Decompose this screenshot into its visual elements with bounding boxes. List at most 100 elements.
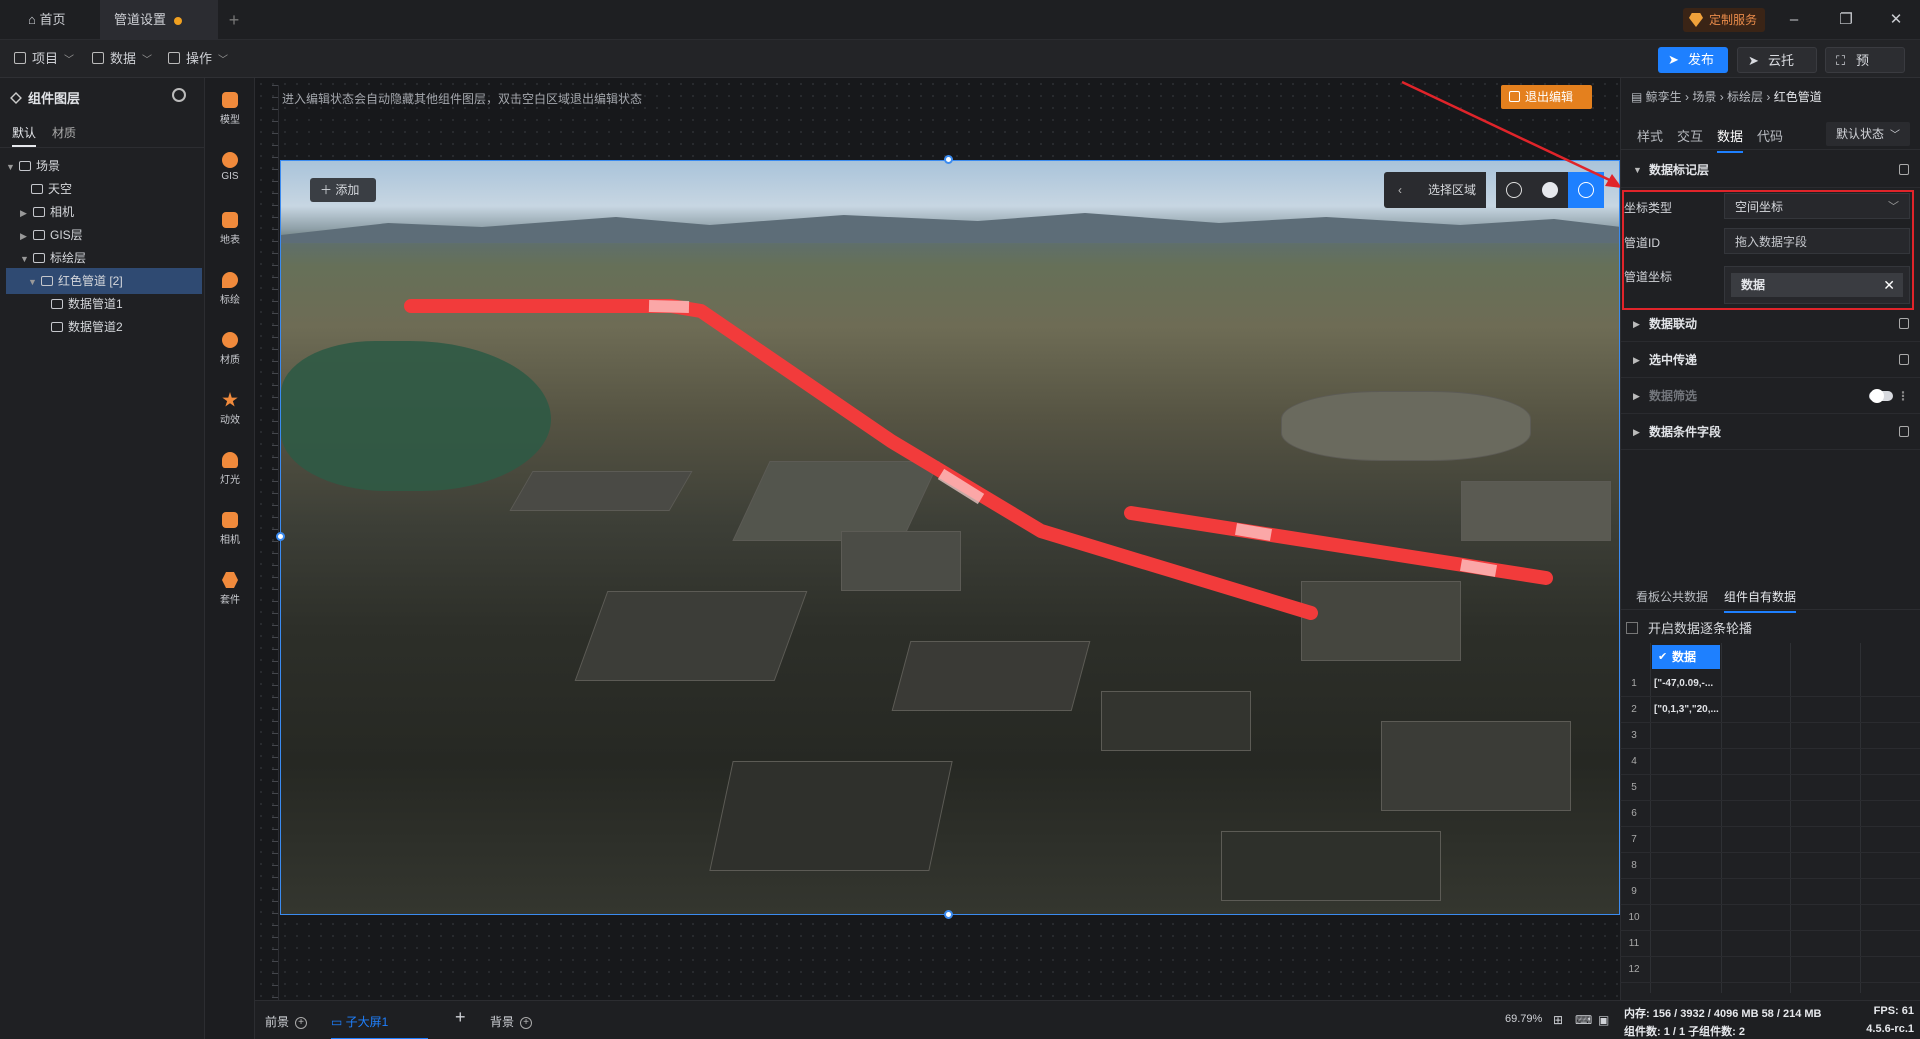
close-button[interactable]: ✕	[1876, 0, 1916, 40]
minimize-button[interactable]: –	[1774, 0, 1814, 40]
tab-public-data[interactable]: 看板公共数据	[1636, 588, 1708, 605]
menu-project[interactable]: 项目 ﹀	[14, 48, 74, 70]
gis-icon	[33, 230, 45, 240]
tool-effects[interactable]: 动效	[205, 392, 255, 426]
cloud-host-button[interactable]: ➤云托管	[1737, 47, 1817, 94]
caret-right-icon: ▶	[1633, 427, 1640, 437]
fit-icon[interactable]: ⊞	[1553, 1013, 1563, 1027]
tool-kit[interactable]: 套件	[205, 572, 255, 606]
table-row[interactable]: 5	[1620, 775, 1920, 801]
section-data-condition-field[interactable]: ▶ 数据条件字段	[1621, 414, 1920, 450]
table-row[interactable]: 7	[1620, 827, 1920, 853]
layers-icon	[10, 92, 22, 104]
red-pipe-1[interactable]	[404, 299, 1318, 620]
filter-toggle[interactable]	[1869, 389, 1893, 403]
tool-model[interactable]: 模型	[205, 92, 255, 126]
component-count: 组件数: 1 / 1 子组件数: 2	[1624, 1026, 1746, 1038]
search-icon[interactable]	[172, 88, 186, 102]
row-number: 4	[1631, 756, 1637, 767]
resize-handle-left[interactable]	[276, 532, 285, 541]
add-screen-button[interactable]: +	[455, 1007, 466, 1028]
custom-service-button[interactable]: 定制服务	[1683, 8, 1765, 32]
section-selection-pass[interactable]: ▶ 选中传递	[1621, 342, 1920, 378]
lock-icon[interactable]	[1899, 318, 1909, 329]
plus-icon[interactable]: +	[295, 1017, 308, 1029]
table-row[interactable]: 4	[1620, 749, 1920, 775]
tool-terrain[interactable]: 地表	[205, 212, 255, 246]
tool-plot[interactable]: 标绘	[205, 272, 255, 306]
keyboard-icon[interactable]: ⌨	[1575, 1013, 1592, 1027]
lock-icon[interactable]	[1899, 426, 1909, 437]
unsaved-dot-icon	[174, 16, 183, 25]
database-icon	[92, 52, 104, 64]
section-data-filter[interactable]: ▶ 数据筛选 ⋮	[1621, 378, 1920, 414]
table-cell[interactable]: ["0,1,3","20,...	[1654, 697, 1722, 723]
table-row[interactable]: 3	[1620, 723, 1920, 749]
lamp-icon	[222, 452, 238, 468]
more-icon[interactable]: ⋮	[1897, 378, 1909, 414]
tool-light[interactable]: 灯光	[205, 452, 255, 486]
carousel-checkbox[interactable]: 开启数据逐条轮播	[1626, 618, 1752, 637]
table-row[interactable]: 6	[1620, 801, 1920, 827]
section-data-linkage[interactable]: ▶ 数据联动	[1621, 306, 1920, 342]
layer-panel-title: 组件图层	[10, 88, 80, 107]
coord-type-select[interactable]: 空间坐标	[1724, 193, 1910, 220]
grid-icon	[168, 52, 180, 64]
resize-handle-bottom[interactable]	[944, 910, 953, 919]
globe-icon	[222, 152, 238, 168]
tab-own-data[interactable]: 组件自有数据	[1724, 588, 1797, 613]
pipe-id-dropzone[interactable]: 拖入数据字段	[1724, 228, 1910, 254]
tab-interaction[interactable]: 交互	[1677, 126, 1703, 145]
table-row[interactable]: 10	[1620, 905, 1920, 931]
add-button[interactable]: ＋ 添加	[310, 178, 376, 202]
tool-material[interactable]: 材质	[205, 332, 255, 366]
state-select[interactable]: 默认状态 ﹀	[1826, 122, 1910, 146]
lock-icon[interactable]	[1899, 354, 1909, 365]
scene-viewport[interactable]	[280, 160, 1620, 915]
resize-handle-top[interactable]	[944, 155, 953, 164]
section-data-marker-layer[interactable]: ▼ 数据标记层	[1621, 152, 1920, 188]
publish-button[interactable]: ➤ 发布	[1658, 47, 1728, 73]
pipe-flow-highlight	[648, 300, 690, 313]
grid-column-header[interactable]: 数据	[1652, 645, 1720, 669]
table-row[interactable]: 1 ["-47,0.09,-...	[1620, 671, 1920, 697]
menu-data[interactable]: 数据 ﹀	[92, 48, 152, 70]
table-row[interactable]: 9	[1620, 879, 1920, 905]
preview-button[interactable]: ⛶预览﹀	[1825, 47, 1905, 94]
version: 4.5.6-rc.1	[1866, 1023, 1914, 1035]
table-row[interactable]: 8	[1620, 853, 1920, 879]
gem-icon	[1689, 13, 1703, 27]
maximize-button[interactable]: ❐	[1826, 0, 1866, 40]
tool-gis[interactable]: GIS	[205, 152, 255, 182]
tab-background[interactable]: 背景 +	[490, 1013, 533, 1030]
tab-pipe-settings[interactable]: 管道设置	[100, 0, 218, 40]
breadcrumb-item[interactable]: 标绘层	[1727, 90, 1763, 104]
table-row[interactable]: 2 ["0,1,3","20,...	[1620, 697, 1920, 723]
data-field-chip[interactable]: 数据 ✕	[1731, 273, 1903, 297]
tab-style[interactable]: 样式	[1637, 126, 1663, 145]
new-tab-button[interactable]: +	[222, 8, 246, 32]
table-row[interactable]: 12	[1620, 957, 1920, 983]
file-icon	[14, 52, 26, 64]
tool-camera[interactable]: 相机	[205, 512, 255, 546]
tab-data[interactable]: 数据	[1717, 126, 1744, 153]
tree-item-data-pipe-2[interactable]: 数据管道2	[6, 314, 202, 340]
breadcrumb-item[interactable]: 鲸孪生	[1646, 90, 1682, 104]
tab-code[interactable]: 代码	[1757, 126, 1783, 145]
plus-icon[interactable]: +	[520, 1017, 533, 1029]
table-row[interactable]: 11	[1620, 931, 1920, 957]
pipe-icon	[51, 299, 63, 309]
lock-icon[interactable]	[1899, 164, 1909, 175]
breadcrumb-item[interactable]: 场景	[1692, 90, 1716, 104]
table-cell[interactable]: ["-47,0.09,-...	[1654, 671, 1722, 697]
tab-material[interactable]: 材质	[52, 124, 76, 141]
tab-default[interactable]: 默认	[12, 124, 37, 147]
zoom-level[interactable]: 69.79%	[1505, 1013, 1542, 1025]
close-icon[interactable]: ✕	[1883, 273, 1895, 297]
tab-sub-screen-1[interactable]: ▭ 子大屏1	[331, 1013, 429, 1039]
terminal-icon[interactable]: ▣	[1598, 1013, 1609, 1027]
menu-operation[interactable]: 操作 ﹀	[168, 48, 228, 70]
tab-home[interactable]: ⌂ 首页	[14, 0, 114, 40]
breadcrumb: ▤ 鲸孪生 › 场景 › 标绘层 › 红色管道	[1631, 90, 1822, 104]
tab-foreground[interactable]: 前景 +	[265, 1013, 308, 1030]
